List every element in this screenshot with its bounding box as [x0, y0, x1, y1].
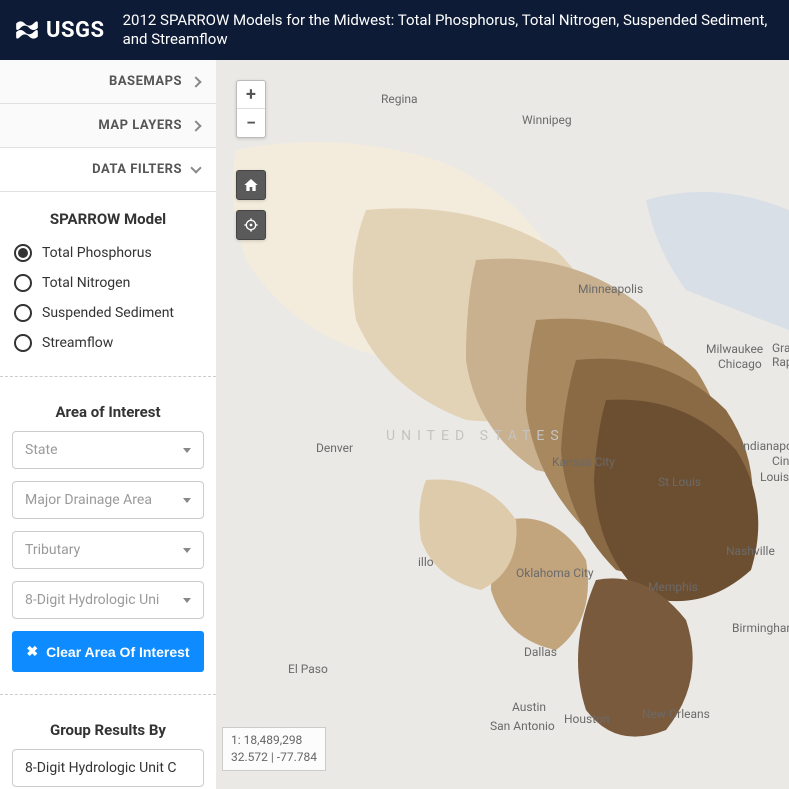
divider: [0, 376, 216, 377]
state-select[interactable]: State: [12, 431, 204, 469]
huc8-select[interactable]: 8-Digit Hydrologic Uni: [12, 581, 204, 619]
locate-control: [236, 210, 266, 240]
radio-streamflow[interactable]: Streamflow: [12, 328, 204, 358]
home-icon: [243, 177, 259, 193]
zoom-in-button[interactable]: +: [237, 81, 265, 109]
locate-button[interactable]: [237, 211, 265, 239]
caret-down-icon: [183, 448, 191, 453]
map-layer: [216, 60, 789, 789]
aoi-heading: Area of Interest: [12, 403, 204, 421]
crosshair-icon: [243, 217, 259, 233]
accordion-basemaps[interactable]: BASEMAPS: [0, 60, 216, 104]
radio-icon: [14, 244, 32, 262]
usgs-text: USGS: [46, 18, 105, 43]
caret-down-icon: [183, 598, 191, 603]
chevron-right-icon: [190, 76, 201, 87]
page-title: 2012 SPARROW Models for the Midwest: Tot…: [123, 11, 775, 50]
group-results-select[interactable]: 8-Digit Hydrologic Unit C: [12, 749, 204, 787]
sparrow-heading: SPARROW Model: [12, 210, 204, 228]
accordion-data-filters[interactable]: DATA FILTERS: [0, 148, 216, 192]
caret-down-icon: [183, 548, 191, 553]
radio-icon: [14, 304, 32, 322]
group-section: Group Results By 8-Digit Hydrologic Unit…: [0, 703, 216, 789]
caret-down-icon: [183, 498, 191, 503]
chevron-right-icon: [190, 120, 201, 131]
map-scale: 1: 18,489,298: [231, 732, 317, 749]
group-heading: Group Results By: [12, 721, 204, 739]
tributary-select[interactable]: Tributary: [12, 531, 204, 569]
app-header: USGS 2012 SPARROW Models for the Midwest…: [0, 0, 789, 60]
scale-readout: 1: 18,489,298 32.572 | -77.784: [222, 727, 326, 771]
zoom-control: + −: [236, 80, 266, 138]
radio-icon: [14, 274, 32, 292]
radio-total-phosphorus[interactable]: Total Phosphorus: [12, 238, 204, 268]
divider: [0, 694, 216, 695]
accordion-map-layers[interactable]: MAP LAYERS: [0, 104, 216, 148]
clear-aoi-button[interactable]: ✖ Clear Area Of Interest: [12, 631, 204, 672]
drainage-select[interactable]: Major Drainage Area: [12, 481, 204, 519]
home-button[interactable]: [237, 171, 265, 199]
radio-suspended-sediment[interactable]: Suspended Sediment: [12, 298, 204, 328]
close-icon: ✖: [26, 643, 38, 660]
radio-total-nitrogen[interactable]: Total Nitrogen: [12, 268, 204, 298]
usgs-logo: USGS: [14, 17, 105, 43]
chevron-down-icon: [190, 162, 201, 173]
aoi-section: Area of Interest State Major Drainage Ar…: [0, 385, 216, 686]
zoom-out-button[interactable]: −: [237, 109, 265, 137]
radio-icon: [14, 334, 32, 352]
sidebar: BASEMAPS MAP LAYERS DATA FILTERS SPARROW…: [0, 60, 216, 789]
map-canvas[interactable]: UNITED STATES + − ReginaWinnipegMinneapo…: [216, 60, 789, 789]
home-control: [236, 170, 266, 200]
sparrow-model-section: SPARROW Model Total Phosphorus Total Nit…: [0, 192, 216, 368]
map-coords: 32.572 | -77.784: [231, 749, 317, 766]
